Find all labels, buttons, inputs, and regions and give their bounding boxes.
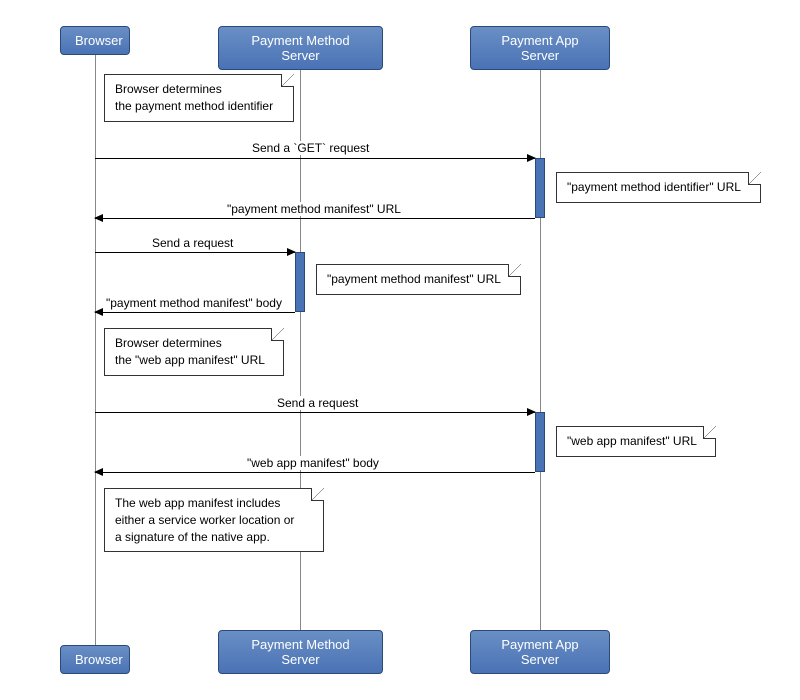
note-determine-pmi: Browser determines the payment method id… [104, 74, 294, 122]
participant-label: Payment Method Server [251, 637, 349, 667]
msg-label: Send a request [150, 236, 235, 250]
participant-browser-top: Browser [60, 26, 130, 55]
participant-pms-bottom: Payment Method Server [218, 630, 383, 674]
msg-send-request-pas [95, 412, 535, 413]
note-wam-url: "web app manifest" URL [556, 426, 716, 457]
msg-get-request [95, 158, 535, 159]
participant-label: Payment App Server [501, 33, 578, 63]
participant-pas-bottom: Payment App Server [470, 630, 610, 674]
msg-label: Send a `GET` request [250, 141, 371, 155]
note-line: the payment method identifier [115, 99, 273, 113]
lifeline-pas [540, 54, 541, 646]
note-line: a signature of the native app. [115, 530, 270, 544]
sequence-diagram: Browser Payment Method Server Payment Ap… [20, 20, 780, 680]
participant-label: Payment App Server [501, 637, 578, 667]
note-line: either a service worker location or [115, 513, 294, 527]
msg-send-request-pms [95, 252, 295, 253]
note-determine-wam: Browser determines the "web app manifest… [104, 328, 284, 376]
activation-pas-2 [535, 412, 545, 472]
msg-label: Send a request [275, 396, 360, 410]
msg-pmm-url [95, 218, 535, 219]
participant-label: Browser [75, 652, 123, 667]
msg-pmm-body [95, 312, 295, 313]
note-line: the "web app manifest" URL [115, 353, 265, 367]
note-wam-includes: The web app manifest includes either a s… [104, 488, 324, 552]
participant-pas-top: Payment App Server [470, 26, 610, 70]
msg-label: "payment method manifest" body [104, 296, 284, 310]
participant-pms-top: Payment Method Server [218, 26, 383, 70]
note-pmm-url: "payment method manifest" URL [316, 264, 521, 295]
note-line: "web app manifest" URL [567, 434, 697, 448]
participant-browser-bottom: Browser [60, 645, 130, 674]
activation-pms [295, 252, 305, 312]
msg-label: "web app manifest" body [245, 456, 381, 470]
note-pmi-url: "payment method identifier" URL [556, 172, 761, 203]
note-line: Browser determines [115, 336, 222, 350]
msg-label: "payment method manifest" URL [225, 202, 403, 216]
participant-label: Payment Method Server [251, 33, 349, 63]
note-line: "payment method manifest" URL [327, 272, 501, 286]
note-line: Browser determines [115, 82, 222, 96]
lifeline-browser [95, 54, 96, 646]
note-line: "payment method identifier" URL [567, 180, 741, 194]
msg-wam-body [95, 472, 535, 473]
note-line: The web app manifest includes [115, 496, 280, 510]
activation-pas-1 [535, 158, 545, 218]
participant-label: Browser [75, 33, 123, 48]
